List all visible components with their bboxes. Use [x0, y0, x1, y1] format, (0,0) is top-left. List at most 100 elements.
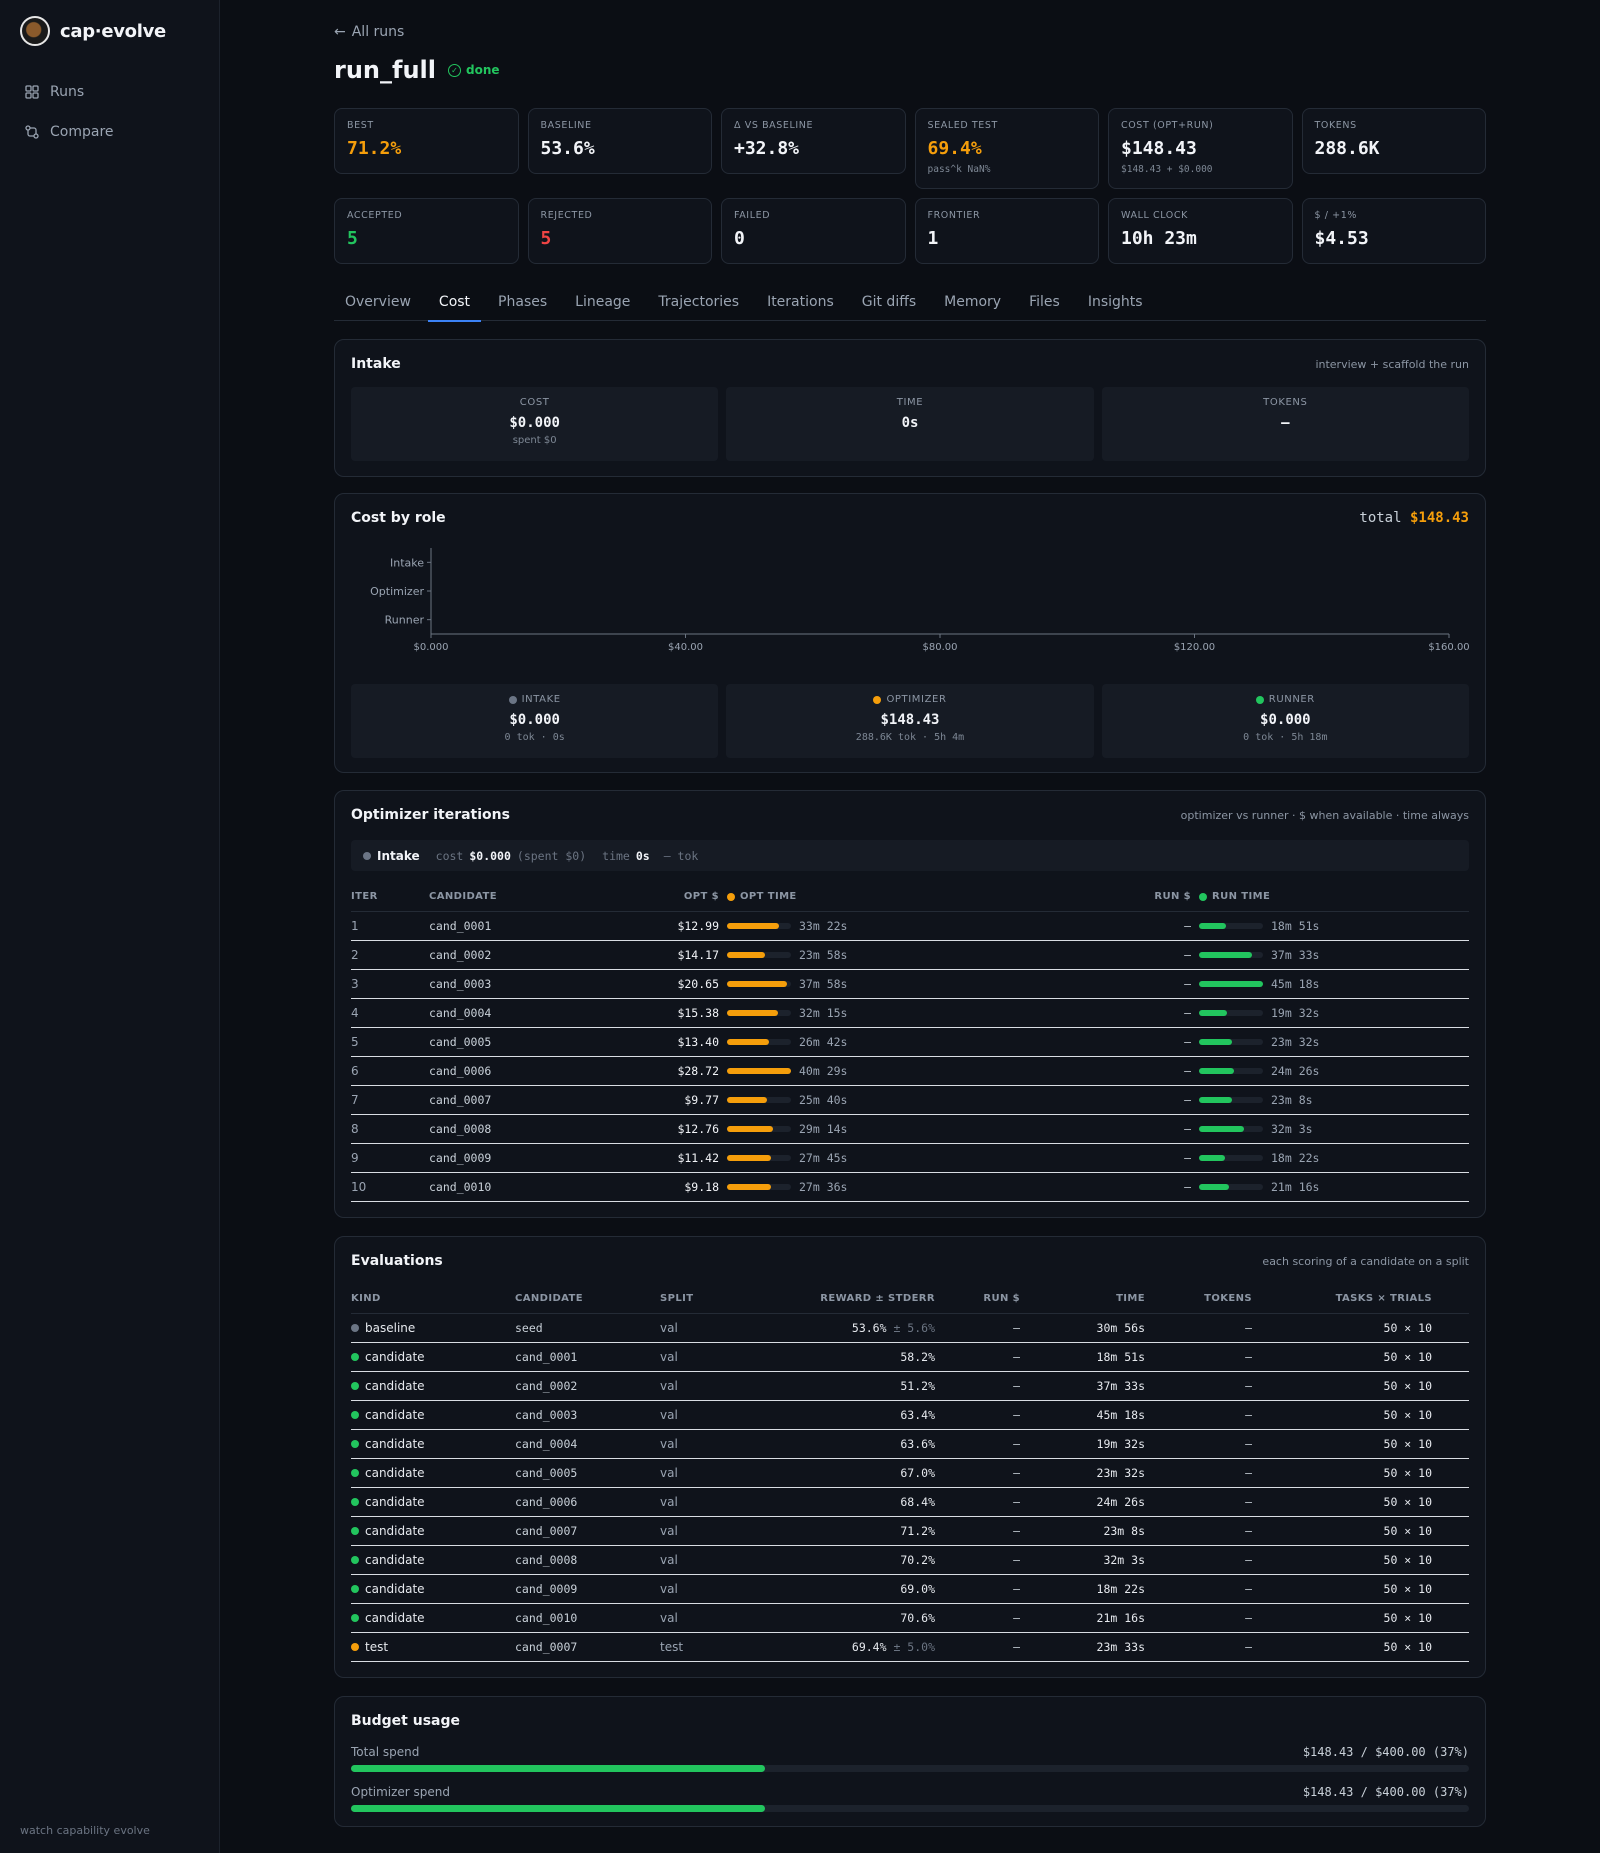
tab-iterations[interactable]: Iterations — [756, 286, 845, 321]
candidate-cell[interactable]: cand_0006 — [429, 1064, 609, 1078]
run-time-bar — [1199, 1126, 1263, 1132]
tab-overview[interactable]: Overview — [334, 286, 422, 321]
opt-cost-cell: $28.72 — [677, 1064, 719, 1078]
status-badge: ✓ done — [448, 63, 500, 77]
table-row[interactable]: candidate cand_0003 val 63.4% — 45m 18s — 50 × … — [351, 1401, 1469, 1430]
iter-cell: 6 — [351, 1064, 359, 1078]
candidate-cell[interactable]: cand_0002 — [429, 948, 609, 962]
kind-label: candidate — [365, 1379, 425, 1393]
run-cost-cell: — — [1184, 977, 1191, 991]
table-row[interactable]: candidate cand_0010 val 70.6% — 21m 16s — 50 × … — [351, 1604, 1469, 1633]
strip-time-value: 0s — [635, 848, 650, 863]
table-row[interactable]: candidate cand_0004 val 63.6% — 19m 32s — 50 × … — [351, 1430, 1469, 1459]
opt-time-bar — [727, 1068, 791, 1074]
intake-metric-cost: COST $0.000 spent $0 — [351, 387, 719, 461]
kind-dot — [351, 1556, 359, 1564]
table-row[interactable]: test cand_0007 test 69.4% ± 5.0% —23m 33s —50… — [351, 1633, 1469, 1662]
reward-cell: 63.4% — [760, 1408, 935, 1422]
sidebar-item-compare[interactable]: Compare — [24, 112, 114, 152]
opt-cost-cell: $9.18 — [684, 1180, 719, 1194]
candidate-cell[interactable]: cand_0009 — [429, 1151, 609, 1165]
reward-cell: 70.6% — [760, 1611, 935, 1625]
candidate-cell[interactable]: cand_0001 — [515, 1350, 660, 1364]
tab-memory[interactable]: Memory — [933, 286, 1012, 321]
candidate-cell[interactable]: cand_0010 — [515, 1611, 660, 1625]
table-row[interactable]: 6 cand_0006 $28.72 40m 29s — 24m 26s — [351, 1057, 1469, 1086]
candidate-cell[interactable]: cand_0001 — [429, 919, 609, 933]
opt-cost-cell: $9.77 — [684, 1093, 719, 1107]
stat-label: WALL CLOCK — [1121, 210, 1188, 221]
reward-cell: 58.2% — [760, 1350, 935, 1364]
table-row[interactable]: candidate cand_0002 val 51.2% — 37m 33s — 50 × … — [351, 1372, 1469, 1401]
metric-value: $0.000 — [1260, 712, 1311, 728]
table-row[interactable]: candidate cand_0007 val 71.2% — 23m 8s — 50 × 1… — [351, 1517, 1469, 1546]
candidate-cell[interactable]: cand_0009 — [515, 1582, 660, 1596]
tab-insights[interactable]: Insights — [1077, 286, 1154, 321]
candidate-cell[interactable]: cand_0003 — [429, 977, 609, 991]
budget-progress-bar — [351, 1805, 1469, 1812]
candidate-cell[interactable]: cand_0008 — [429, 1122, 609, 1136]
tab-phases[interactable]: Phases — [487, 286, 558, 321]
tab-files[interactable]: Files — [1018, 286, 1071, 321]
brand[interactable]: cap·evolve — [20, 16, 166, 46]
table-row[interactable]: 3 cand_0003 $20.65 37m 58s — 45m 18s — [351, 970, 1469, 999]
candidate-cell[interactable]: cand_0002 — [515, 1379, 660, 1393]
stat-label: SEALED TEST — [927, 120, 998, 131]
budget-row-head: Optimizer spend $148.43 / $400.00 (37%) — [351, 1785, 1469, 1799]
stat-label: BEST — [347, 120, 374, 131]
table-row[interactable]: 2 cand_0002 $14.17 23m 58s — 37m 33s — [351, 941, 1469, 970]
table-row[interactable]: 5 cand_0005 $13.40 26m 42s — 23m 32s — [351, 1028, 1469, 1057]
candidate-cell[interactable]: cand_0007 — [429, 1093, 609, 1107]
back-link[interactable]: ← All runs — [334, 24, 404, 40]
candidate-cell[interactable]: cand_0004 — [429, 1006, 609, 1020]
tab-cost[interactable]: Cost — [427, 286, 482, 322]
split-cell: val — [660, 1582, 678, 1596]
candidate-cell[interactable]: cand_0006 — [515, 1495, 660, 1509]
time-cell: 24m 26s — [1096, 1495, 1145, 1509]
kind-cell: candidate — [351, 1553, 515, 1567]
candidate-cell[interactable]: cand_0010 — [429, 1180, 609, 1194]
sidebar-item-runs[interactable]: Runs — [24, 72, 114, 112]
col-opt-time: OPT TIME — [719, 891, 1111, 902]
table-row[interactable]: 1 cand_0001 $12.99 33m 22s — 18m 51s — [351, 912, 1469, 941]
table-row[interactable]: 7 cand_0007 $9.77 25m 40s — 23m 8s — [351, 1086, 1469, 1115]
sidebar-nav: Runs Compare — [24, 72, 114, 152]
metric-label: RUNNER — [1102, 694, 1469, 705]
run-cost-cell: — — [1013, 1524, 1020, 1538]
tab-lineage[interactable]: Lineage — [564, 286, 641, 321]
stat-card-accepted: ACCEPTED 5 — [334, 198, 519, 264]
table-row[interactable]: candidate cand_0005 val 67.0% — 23m 32s — 50 × … — [351, 1459, 1469, 1488]
table-row[interactable]: candidate cand_0001 val 58.2% — 18m 51s — 50 × … — [351, 1343, 1469, 1372]
candidate-cell[interactable]: cand_0004 — [515, 1437, 660, 1451]
table-row[interactable]: 4 cand_0004 $15.38 32m 15s — 19m 32s — [351, 999, 1469, 1028]
table-row[interactable]: baseline seed val 53.6% ± 5.6% — 30m 56s — 50 ×… — [351, 1314, 1469, 1343]
time-cell: 32m 3s — [1103, 1553, 1145, 1567]
table-row[interactable]: candidate cand_0009 val 69.0% — 18m 22s — 50 × … — [351, 1575, 1469, 1604]
intake-metric-time: TIME 0s — [726, 387, 1094, 461]
candidate-cell[interactable]: cand_0007 — [515, 1524, 660, 1538]
reward-value: 68.4% — [900, 1495, 935, 1509]
intake-metrics: COST $0.000 spent $0 TIME 0s TOKENS — — [351, 387, 1469, 461]
run-time-text: 19m 32s — [1271, 1006, 1320, 1020]
tab-trajectories[interactable]: Trajectories — [647, 286, 750, 321]
candidate-cell[interactable]: cand_0005 — [515, 1466, 660, 1480]
kind-dot — [351, 1614, 359, 1622]
run-time-text: 23m 32s — [1271, 1035, 1320, 1049]
tokens-cell: — — [1245, 1640, 1252, 1654]
candidate-cell[interactable]: seed — [515, 1321, 660, 1335]
stat-label: FAILED — [734, 210, 771, 221]
tab-git-diffs[interactable]: Git diffs — [851, 286, 927, 321]
x-tick-label: $0.000 — [414, 642, 449, 653]
candidate-cell[interactable]: cand_0008 — [515, 1553, 660, 1567]
table-row[interactable]: candidate cand_0006 val 68.4% — 24m 26s — 50 × … — [351, 1488, 1469, 1517]
candidate-cell[interactable]: cand_0005 — [429, 1035, 609, 1049]
table-row[interactable]: 8 cand_0008 $12.76 29m 14s — 32m 3s — [351, 1115, 1469, 1144]
candidate-cell[interactable]: cand_0007 — [515, 1640, 660, 1654]
table-row[interactable]: 9 cand_0009 $11.42 27m 45s — 18m 22s — [351, 1144, 1469, 1173]
opt-time-text: 27m 45s — [799, 1151, 848, 1165]
table-row[interactable]: 10 cand_0010 $9.18 27m 36s — 21m 16s — [351, 1173, 1469, 1202]
run-time-text: 21m 16s — [1271, 1180, 1320, 1194]
intake-title: Intake — [351, 356, 401, 372]
table-row[interactable]: candidate cand_0008 val 70.2% — 32m 3s — 50 × 1… — [351, 1546, 1469, 1575]
candidate-cell[interactable]: cand_0003 — [515, 1408, 660, 1422]
